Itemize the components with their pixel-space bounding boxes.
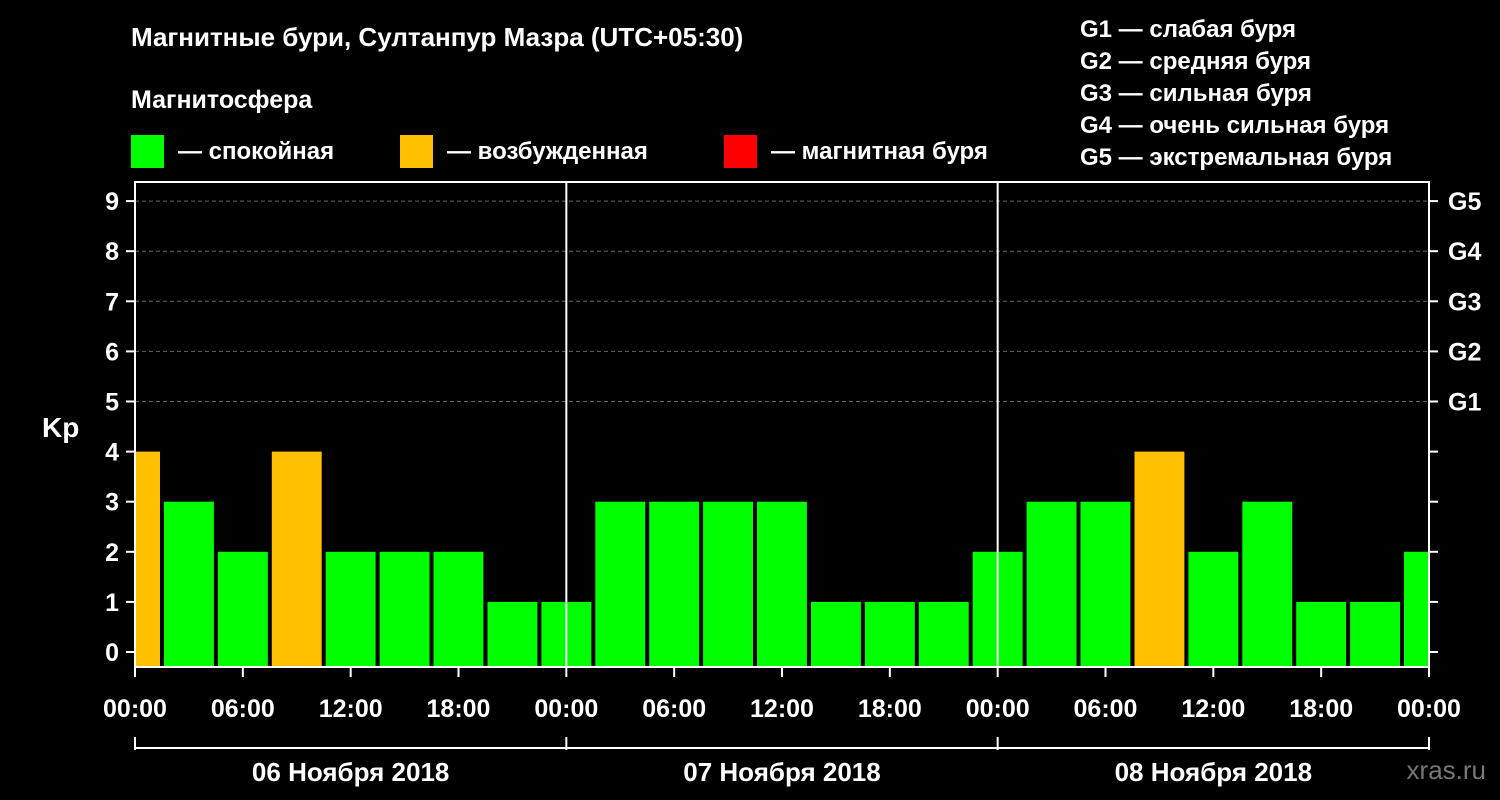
right-axis-label-g4: G4 xyxy=(1448,238,1481,266)
kp-bar-21 xyxy=(1242,501,1293,667)
kp-bar-13 xyxy=(811,601,861,667)
kp-bar-5 xyxy=(379,551,430,667)
kp-bar-14 xyxy=(864,601,915,667)
y-tick-label-4: 4 xyxy=(105,439,119,467)
y-tick-label-6: 6 xyxy=(105,338,119,366)
x-tick-label-12: 00:00 xyxy=(1397,695,1461,723)
x-tick-label-8: 00:00 xyxy=(966,695,1030,723)
y-tick-label-3: 3 xyxy=(105,489,119,517)
y-tick-label-9: 9 xyxy=(105,188,119,216)
kp-bar-4 xyxy=(325,551,376,667)
kp-bar-6 xyxy=(433,551,484,667)
kp-bar-15 xyxy=(918,601,969,667)
kp-bar-23 xyxy=(1350,601,1400,667)
kp-bar-10 xyxy=(649,501,700,667)
x-tick-label-0: 00:00 xyxy=(103,695,167,723)
kp-bar-3 xyxy=(271,451,322,667)
x-tick-label-3: 18:00 xyxy=(427,695,491,723)
kp-bar-0 xyxy=(136,451,160,667)
day-label-2: 08 Ноября 2018 xyxy=(1115,757,1312,787)
kp-bar-12 xyxy=(757,501,807,667)
kp-bar-1 xyxy=(164,501,214,667)
x-tick-label-7: 18:00 xyxy=(858,695,922,723)
kp-bar-2 xyxy=(217,551,268,667)
right-axis-label-g3: G3 xyxy=(1448,288,1481,316)
y-tick-label-5: 5 xyxy=(105,389,119,417)
right-axis-label-g1: G1 xyxy=(1448,389,1481,417)
x-tick-label-10: 12:00 xyxy=(1181,695,1245,723)
day-label-1: 07 Ноября 2018 xyxy=(683,757,880,787)
watermark: xras.ru xyxy=(1406,755,1486,785)
x-tick-label-5: 06:00 xyxy=(642,695,706,723)
kp-bar-20 xyxy=(1188,551,1239,667)
kp-bar-19 xyxy=(1134,451,1185,667)
y-tick-label-0: 0 xyxy=(105,639,119,667)
y-tick-label-8: 8 xyxy=(105,238,119,266)
x-tick-label-9: 06:00 xyxy=(1074,695,1138,723)
right-axis-label-g2: G2 xyxy=(1448,338,1481,366)
y-tick-label-1: 1 xyxy=(105,589,119,617)
kp-bar-24 xyxy=(1404,551,1429,667)
day-label-0: 06 Ноября 2018 xyxy=(252,757,449,787)
kp-bar-7 xyxy=(487,601,538,667)
kp-bar-9 xyxy=(595,501,646,667)
kp-bar-chart: 0 1 2 3 4 5 6 7 8 9 G1 G2 G3 G4 G5 00:00 06:00 12:00 18:00… xyxy=(103,181,1481,787)
kp-bar-17 xyxy=(1026,501,1077,667)
x-tick-label-1: 06:00 xyxy=(211,695,275,723)
kp-bar-11 xyxy=(703,501,753,667)
x-tick-label-6: 12:00 xyxy=(750,695,814,723)
kp-bar-18 xyxy=(1080,501,1131,667)
right-axis-label-g5: G5 xyxy=(1448,188,1481,216)
x-tick-label-11: 18:00 xyxy=(1289,695,1353,723)
y-tick-label-2: 2 xyxy=(105,539,119,567)
x-tick-label-2: 12:00 xyxy=(319,695,383,723)
kp-bar-22 xyxy=(1296,601,1347,667)
y-tick-label-7: 7 xyxy=(105,288,119,316)
x-tick-label-4: 00:00 xyxy=(534,695,598,723)
